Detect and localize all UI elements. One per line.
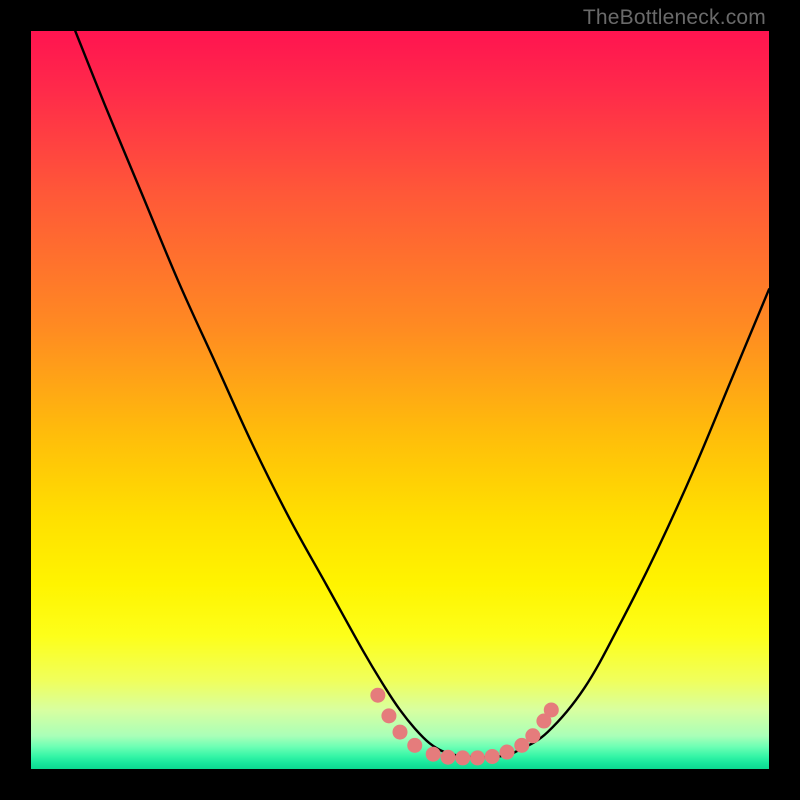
bottleneck-curve-path [75, 31, 769, 757]
curve-markers [370, 688, 558, 766]
curve-marker [426, 747, 441, 762]
watermark-text: TheBottleneck.com [583, 6, 766, 30]
curve-marker [393, 725, 408, 740]
curve-marker [370, 688, 385, 703]
curve-marker [440, 750, 455, 765]
chart-frame: TheBottleneck.com [0, 0, 800, 800]
curve-marker [381, 708, 396, 723]
plot-area [31, 31, 769, 769]
curve-line [75, 31, 769, 757]
curve-marker [500, 745, 515, 760]
curve-marker [525, 728, 540, 743]
chart-svg [31, 31, 769, 769]
curve-marker [407, 738, 422, 753]
curve-marker [470, 750, 485, 765]
curve-marker [485, 749, 500, 764]
curve-marker [455, 750, 470, 765]
curve-marker [544, 702, 559, 717]
